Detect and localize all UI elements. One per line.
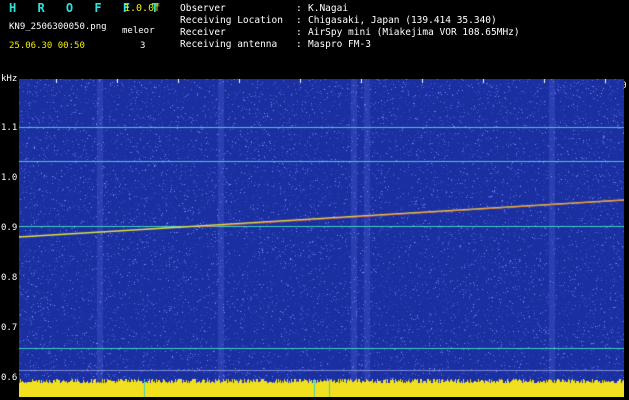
info-value-location: Chigasaki, Japan (139.414 35.340) [308,15,497,26]
info-label-location: Receiving Location [180,15,283,26]
info-label-antenna: Receiving antenna [180,39,278,50]
spectrogram-canvas [19,79,624,397]
meteor-count: 3 [140,41,146,51]
info-value-observer: K.Nagai [308,3,349,14]
y-tick-label: 0.9 [1,223,18,233]
y-tick-label: 0.7 [1,323,18,333]
header-panel: H R O F F T 1.0.0f KN9_2506300050.png me… [0,0,629,74]
y-tick-label: 0.6 [1,373,18,383]
info-value-antenna: Maspro FM-3 [308,39,371,50]
info-label-receiver: Receiver [180,27,226,38]
meteor-label: meleor [122,26,155,36]
y-tick-label: 1.0 [1,173,18,183]
info-separator: : [296,27,302,38]
y-tick-label: 0.8 [1,273,18,283]
info-separator: : [296,15,302,26]
y-tick-label: 1.1 [1,123,18,133]
spectrogram-plot [19,79,624,397]
y-axis-unit: kHz [1,74,18,84]
filename-label: KN9_2506300050.png [9,22,107,32]
version-label: 1.0.0f [124,3,161,14]
info-value-receiver: AirSpy mini (Miakejima VOR 108.65MHz) [308,27,520,38]
info-separator: : [296,3,302,14]
info-separator: : [296,39,302,50]
timestamp-label: 25.06.30 00:50 [9,41,85,51]
info-label-observer: Observer [180,3,226,14]
